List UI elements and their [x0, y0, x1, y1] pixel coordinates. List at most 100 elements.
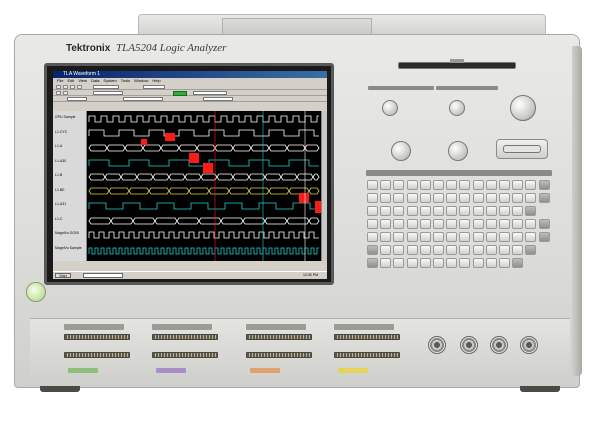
keypad-key — [446, 180, 458, 190]
keypad-key — [485, 180, 497, 190]
keypad-key — [393, 180, 405, 190]
disk-drive-slot — [398, 62, 516, 69]
vertical-scrollbar — [321, 111, 327, 261]
keypad-key — [433, 219, 444, 229]
keypad-key — [499, 180, 510, 190]
probe-connector — [152, 334, 218, 340]
probe-connector — [152, 352, 218, 358]
keypad-key — [538, 219, 550, 229]
toolbar-button — [56, 91, 61, 95]
keypad-key — [459, 180, 471, 190]
keypad-key — [512, 193, 524, 203]
keypad-key — [512, 219, 524, 229]
bnc-connector-icon — [460, 336, 478, 354]
keypad-key — [380, 206, 392, 216]
keypad-key — [472, 219, 484, 229]
keypad-key — [380, 219, 392, 229]
keypad-key — [459, 219, 471, 229]
keypad-key — [406, 258, 418, 268]
signal-label: MagniVu Sample — [55, 245, 82, 250]
keypad-key — [406, 245, 418, 255]
toolbar-combo — [193, 91, 227, 95]
run-stop-key — [503, 145, 541, 153]
probe-pod-c — [246, 324, 318, 374]
keypad-key — [472, 193, 484, 203]
trigger-highlight — [299, 193, 309, 203]
keypad-key — [472, 258, 484, 268]
keypad-key — [525, 206, 537, 216]
toolbar-combo — [143, 85, 165, 89]
keypad-key — [538, 180, 550, 190]
menu-item: Tools — [120, 78, 131, 83]
keypad-key — [380, 193, 392, 203]
bnc-connector-icon — [520, 336, 538, 354]
toolbar-combo — [67, 97, 87, 101]
toolbar-button — [77, 85, 82, 89]
brand-logo: Tektronix — [66, 43, 111, 54]
keypad-key — [459, 193, 471, 203]
signal-label: L1.A31 — [55, 202, 67, 206]
signal-trace — [88, 115, 319, 123]
keypad-key — [525, 219, 537, 229]
menu-item: Window — [134, 78, 149, 83]
general-purpose-knob — [510, 95, 536, 121]
probe-connector — [246, 334, 312, 340]
color-tag-yellow — [338, 368, 368, 373]
keypad-key — [525, 180, 537, 190]
keypad-key — [525, 245, 537, 255]
signal-name-column: GPU Sample L1.CYC L1.A L1.A30 L1.B L1.BE L1.A3… — [53, 111, 87, 261]
menu-item: Data — [90, 78, 100, 83]
keypad-key — [485, 258, 497, 268]
foot-left — [40, 386, 80, 392]
keypad-key — [459, 206, 471, 216]
trigger-highlight — [189, 153, 199, 163]
keypad-key — [393, 206, 405, 216]
trigger-highlight — [141, 139, 147, 145]
keypad-key — [393, 245, 405, 255]
color-tag-orange — [250, 368, 280, 373]
keypad-key — [472, 206, 484, 216]
display-screen: TLA Waveform 1 File Edit View Data System Too… — [53, 71, 327, 279]
probe-pod-d — [334, 324, 406, 374]
signal-label: L1.C — [55, 216, 63, 221]
toolbar-combo — [93, 91, 123, 95]
keypad-key — [446, 232, 458, 242]
keypad-key — [538, 232, 550, 242]
keypad-key — [499, 258, 510, 268]
toolbar-combo — [93, 85, 119, 89]
toolbar-button — [70, 85, 75, 89]
trigger-highlight — [203, 163, 213, 173]
toolbar-button — [63, 85, 68, 89]
keypad-key — [472, 245, 484, 255]
keypad-key — [433, 245, 444, 255]
waveform-area — [53, 111, 327, 261]
toolbar-combo — [123, 97, 163, 101]
horizontal-section-bar — [436, 86, 498, 90]
signal-label: L1.A — [55, 144, 63, 148]
signal-trace — [88, 247, 319, 255]
keypad-key — [472, 232, 484, 242]
vertical-position-knob — [382, 100, 398, 116]
keypad-key — [419, 206, 431, 216]
model-name: TLA5204 Logic Analyzer — [116, 42, 227, 54]
vertical-scale-knob — [391, 141, 411, 161]
keypad-key — [406, 180, 418, 190]
taskbar-clock: 12:30 PM — [303, 273, 318, 277]
foot-right — [520, 386, 560, 392]
keypad-key — [499, 193, 510, 203]
keypad-key — [499, 206, 510, 216]
side-bezel — [572, 46, 582, 376]
keypad-key — [367, 232, 378, 242]
keypad-key — [406, 232, 418, 242]
keypad-key — [393, 193, 405, 203]
menu-item: View — [78, 78, 87, 83]
keypad-key — [499, 219, 510, 229]
menu-item: File — [57, 78, 64, 83]
keypad-key — [446, 206, 458, 216]
keypad-key — [512, 232, 524, 242]
keypad-key — [406, 193, 418, 203]
pod-label — [152, 324, 212, 330]
bnc-connector-icon — [490, 336, 508, 354]
probe-pod-b — [152, 324, 224, 374]
keypad-key — [499, 245, 510, 255]
